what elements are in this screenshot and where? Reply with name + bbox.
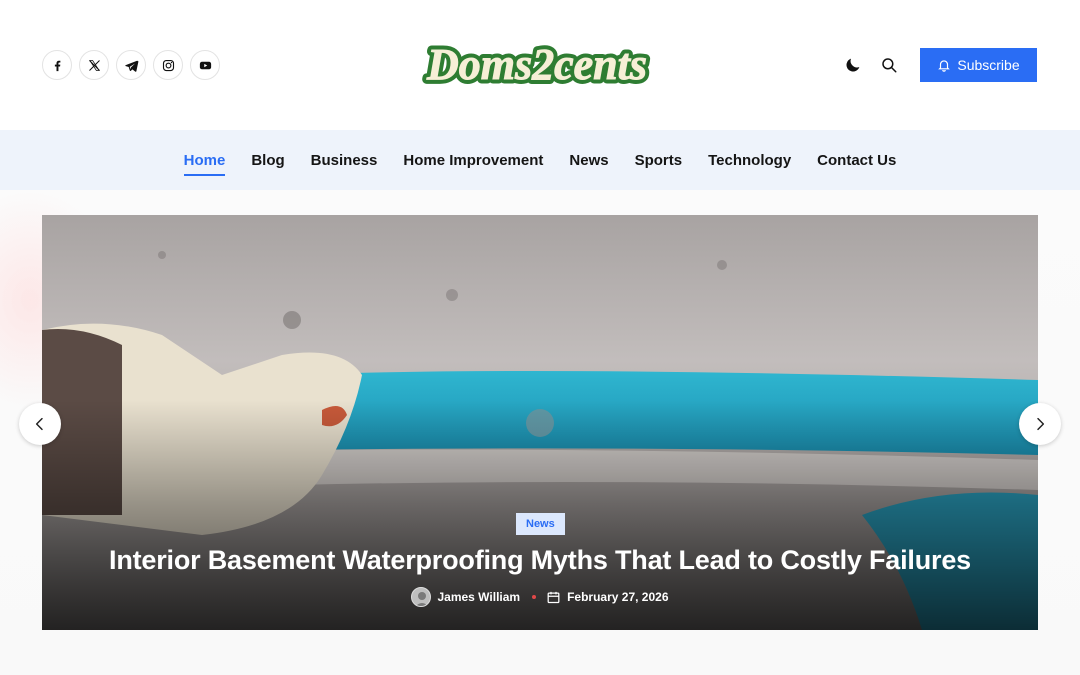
slide-indicator[interactable] [526,409,554,437]
category-badge[interactable]: News [516,513,565,535]
bell-icon [938,60,951,72]
telegram-icon [124,60,138,72]
site-header: Doms2cents Doms2cents Subscribe [0,0,1080,130]
meta-separator [532,595,537,599]
slider-next-button[interactable] [1019,403,1061,445]
main-nav: Home Blog Business Home Improvement News… [0,130,1080,190]
author-avatar[interactable] [411,587,432,607]
post-date: February 27, 2026 [567,590,669,604]
youtube-icon [199,61,211,69]
instagram-link[interactable] [153,50,183,80]
instagram-icon [162,59,174,71]
youtube-link[interactable] [190,50,220,80]
post-meta: James William February 27, 2026 [42,587,1038,607]
search-icon [882,58,897,73]
x-twitter-icon [88,59,100,71]
nav-item-contact-us[interactable]: Contact Us [817,146,896,175]
author-name[interactable]: James William [437,590,520,604]
site-logo[interactable]: Doms2cents Doms2cents [378,36,696,94]
nav-item-business[interactable]: Business [311,146,378,175]
nav-item-technology[interactable]: Technology [708,146,791,175]
x-twitter-link[interactable] [79,50,109,80]
nav-item-home-improvement[interactable]: Home Improvement [403,146,543,175]
chevron-left-icon [35,417,43,431]
nav-item-home[interactable]: Home [183,146,225,176]
dark-mode-toggle[interactable] [842,54,864,76]
featured-slide[interactable]: News Interior Basement Waterproofing Myt… [42,215,1038,630]
main-content: News Interior Basement Waterproofing Myt… [0,190,1080,675]
social-links [42,50,220,80]
search-button[interactable] [878,54,900,76]
nav-item-sports[interactable]: Sports [635,146,683,175]
chevron-right-icon [1037,417,1045,431]
slide-title[interactable]: Interior Basement Waterproofing Myths Th… [42,545,1038,576]
subscribe-label: Subscribe [957,57,1020,73]
logo-wordmark: Doms2cents Doms2cents [422,36,652,94]
nav-item-blog[interactable]: Blog [251,146,284,175]
header-actions: Subscribe [842,48,1037,82]
svg-text:Doms2cents: Doms2cents [426,40,647,89]
nav-item-news[interactable]: News [569,146,608,175]
telegram-link[interactable] [116,50,146,80]
subscribe-button[interactable]: Subscribe [920,48,1037,82]
slider-prev-button[interactable] [19,403,61,445]
facebook-link[interactable] [42,50,72,80]
moon-icon [846,58,860,72]
calendar-icon [547,591,560,603]
facebook-icon [54,60,60,71]
